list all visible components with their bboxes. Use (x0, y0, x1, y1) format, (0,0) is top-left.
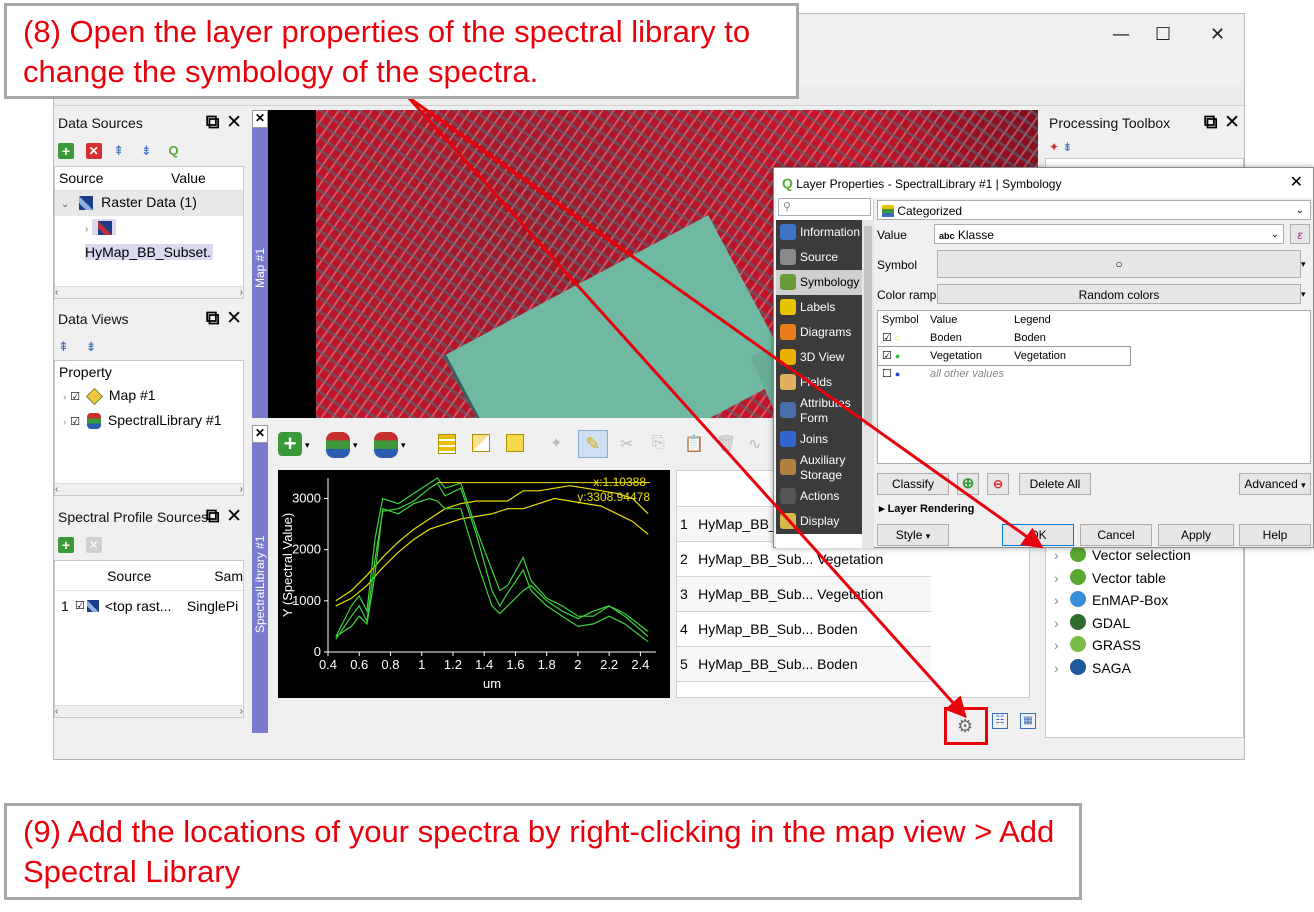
arrow-to-properties-icon (406, 95, 967, 719)
instruction-callout-9: (9) Add the locations of your spectra by… (4, 803, 1082, 900)
instruction-callout-8: (8) Open the layer properties of the spe… (4, 3, 799, 99)
arrow-to-ok (407, 95, 1044, 549)
callout-text: (8) Open the layer properties of the spe… (23, 14, 751, 89)
callout-text: (9) Add the locations of your spectra by… (23, 814, 1055, 889)
annotation-arrows (406, 95, 1044, 719)
